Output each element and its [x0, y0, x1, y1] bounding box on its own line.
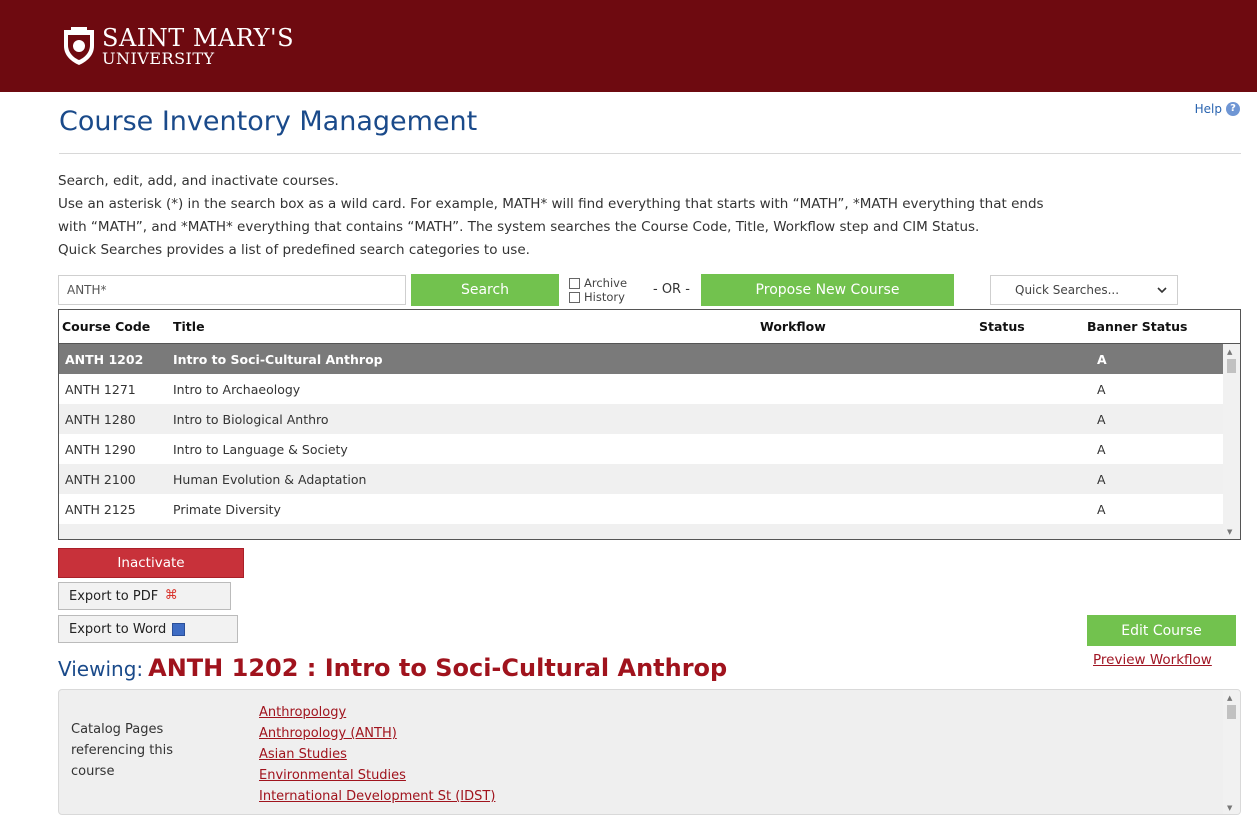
title-cell: Intro to Archaeology: [173, 381, 301, 397]
banner-status-cell: A: [1097, 501, 1106, 517]
intro-line: Quick Searches provides a list of predef…: [58, 242, 530, 258]
panel-scrollbar[interactable]: ▲ ▼: [1223, 690, 1240, 814]
export-pdf-label: Export to PDF: [69, 588, 159, 604]
title-cell: Intro to Soci-Cultural Anthrop: [173, 351, 383, 367]
title-cell: Intro to Language & Society: [173, 441, 348, 457]
table-row[interactable]: ANTH 2125 Primate Diversity A: [59, 494, 1240, 524]
column-header-banner-status[interactable]: Banner Status: [1087, 319, 1222, 334]
table-row[interactable]: ANTH 1290 Intro to Language & Society A: [59, 434, 1240, 464]
banner-status-cell: A: [1097, 471, 1106, 487]
export-pdf-button[interactable]: Export to PDF ⌘: [58, 582, 231, 610]
quick-searches-select[interactable]: Quick Searches...: [990, 275, 1178, 305]
or-separator: - OR -: [653, 282, 690, 297]
search-button[interactable]: Search: [411, 274, 559, 306]
header-bar: SAINT MARY'S UNIVERSITY: [0, 0, 1257, 92]
page-title: Course Inventory Management: [59, 106, 478, 137]
export-word-label: Export to Word: [69, 621, 167, 637]
intro-line: with “MATH”, and *MATH* everything that …: [58, 219, 980, 235]
table-row[interactable]: ANTH 1280 Intro to Biological Anthro A: [59, 404, 1240, 434]
help-icon: ?: [1226, 102, 1240, 116]
title-divider: [59, 153, 1241, 154]
column-header-title[interactable]: Title: [173, 319, 755, 334]
viewing-course: ANTH 1202 : Intro to Soci-Cultural Anthr…: [148, 654, 728, 682]
intro-text: Search, edit, add, and inactivate course…: [58, 170, 1248, 262]
edit-course-button[interactable]: Edit Course: [1087, 615, 1236, 646]
column-header-course-code[interactable]: Course Code: [59, 319, 173, 334]
university-logo[interactable]: SAINT MARY'S UNIVERSITY: [62, 20, 294, 72]
logo-subtitle: UNIVERSITY: [102, 48, 215, 68]
archive-option[interactable]: Archive: [569, 276, 627, 290]
catalog-link[interactable]: Anthropology: [259, 702, 495, 723]
course-code-cell: ANTH 2100: [65, 471, 136, 487]
catalog-link[interactable]: International Development St (IDST): [259, 786, 495, 807]
catalog-links: Anthropology Anthropology (ANTH) Asian S…: [259, 702, 495, 807]
table-scrollbar[interactable]: ▲ ▼: [1223, 344, 1240, 539]
banner-status-cell: A: [1097, 441, 1106, 457]
banner-status-cell: A: [1097, 351, 1107, 367]
course-results-table: Course Code Title Workflow Status Banner…: [58, 309, 1241, 540]
table-row[interactable]: ANTH 1202 Intro to Soci-Cultural Anthrop…: [59, 344, 1240, 374]
catalog-link[interactable]: Asian Studies: [259, 744, 495, 765]
title-cell: Primate Diversity: [173, 501, 281, 517]
export-word-button[interactable]: Export to Word: [58, 615, 238, 643]
table-header: Course Code Title Workflow Status Banner…: [59, 310, 1240, 344]
logo-title: SAINT MARY'S: [102, 23, 295, 52]
viewing-label: Viewing:: [58, 657, 144, 681]
scrollbar-thumb[interactable]: [1227, 359, 1236, 373]
catalog-pages-label: Catalog Pages referencing this course: [71, 722, 174, 779]
table-row-partial[interactable]: [59, 524, 1240, 539]
inactivate-button[interactable]: Inactivate: [58, 548, 244, 578]
history-option[interactable]: History: [569, 290, 627, 304]
archive-label: Archive: [584, 276, 628, 290]
course-code-cell: ANTH 1202: [65, 351, 144, 367]
preview-workflow-link[interactable]: Preview Workflow: [1093, 652, 1212, 668]
history-label: History: [584, 290, 625, 304]
scroll-up-icon[interactable]: ▲: [1227, 694, 1232, 702]
scroll-down-icon[interactable]: ▼: [1227, 804, 1232, 812]
help-link[interactable]: Help ?: [1195, 102, 1240, 116]
history-checkbox[interactable]: [569, 291, 580, 303]
course-code-cell: ANTH 2125: [65, 501, 136, 517]
table-row[interactable]: ANTH 2100 Human Evolution & Adaptation A: [59, 464, 1240, 494]
intro-line: Use an asterisk (*) in the search box as…: [58, 196, 1044, 212]
help-label: Help: [1194, 102, 1222, 116]
column-header-workflow[interactable]: Workflow: [755, 319, 979, 334]
title-cell: Human Evolution & Adaptation: [173, 471, 367, 487]
shield-icon: [64, 27, 94, 65]
scrollbar-thumb[interactable]: [1227, 705, 1236, 719]
catalog-link[interactable]: Environmental Studies: [259, 765, 495, 786]
course-code-cell: ANTH 1280: [65, 411, 136, 427]
scroll-up-icon[interactable]: ▲: [1227, 348, 1232, 356]
catalog-link[interactable]: Anthropology (ANTH): [259, 723, 495, 744]
column-header-status[interactable]: Status: [979, 319, 1087, 334]
archive-checkbox[interactable]: [569, 277, 580, 289]
word-icon: [172, 622, 186, 636]
course-details-panel: Catalog Pages referencing this course An…: [58, 689, 1241, 815]
banner-status-cell: A: [1097, 411, 1106, 427]
course-code-cell: ANTH 1271: [65, 381, 136, 397]
viewing-heading: Viewing: ANTH 1202 : Intro to Soci-Cultu…: [58, 654, 727, 682]
intro-line: Search, edit, add, and inactivate course…: [58, 173, 339, 189]
chevron-down-icon: [1157, 286, 1167, 293]
quick-searches-value: Quick Searches...: [1015, 283, 1120, 297]
search-options: Archive History: [569, 276, 627, 304]
scroll-down-icon[interactable]: ▼: [1227, 528, 1232, 536]
title-cell: Intro to Biological Anthro: [173, 411, 329, 427]
banner-status-cell: A: [1097, 381, 1106, 397]
course-code-cell: ANTH 1290: [65, 441, 136, 457]
pdf-icon: ⌘: [164, 588, 178, 603]
search-input[interactable]: [58, 275, 406, 305]
table-row[interactable]: ANTH 1271 Intro to Archaeology A: [59, 374, 1240, 404]
propose-new-course-button[interactable]: Propose New Course: [701, 274, 954, 306]
